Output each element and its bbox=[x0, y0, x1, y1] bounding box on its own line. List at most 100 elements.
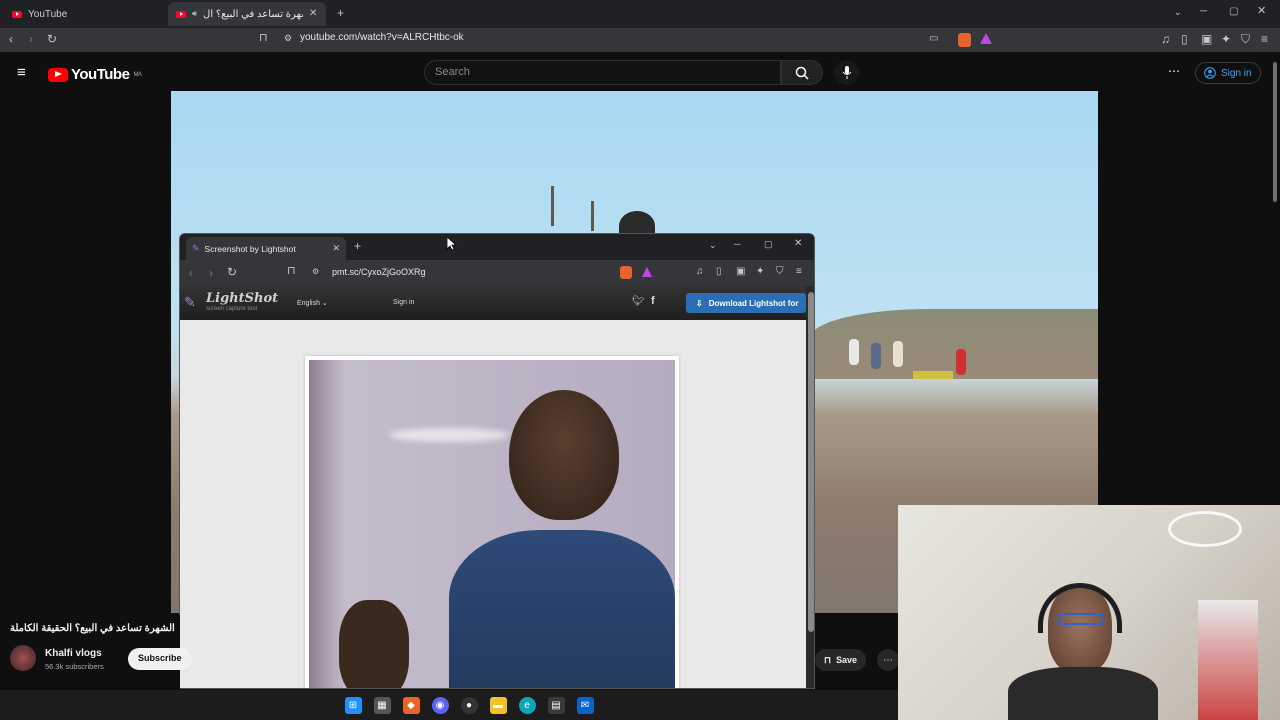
forward-icon[interactable]: › bbox=[209, 267, 213, 279]
brave-browser-icon[interactable]: ◆ bbox=[402, 696, 420, 714]
download-lightshot-button[interactable]: ⇩ Download Lightshot for bbox=[686, 293, 806, 313]
twitter-icon[interactable]: 🐦︎ bbox=[632, 296, 645, 307]
wallet-icon[interactable]: ▣ bbox=[736, 267, 745, 277]
brave-rewards-icon[interactable] bbox=[642, 267, 652, 277]
tab-search-icon[interactable]: ⌄ bbox=[709, 241, 717, 250]
tab-label: حل الشهرة تساعد في البيع؟ ال bbox=[203, 8, 303, 20]
menu-icon[interactable]: ≡ bbox=[796, 267, 802, 277]
beach-person bbox=[849, 339, 859, 365]
brave-shield-icon[interactable] bbox=[620, 266, 632, 279]
sidebar-icon[interactable]: ▯ bbox=[1181, 33, 1188, 45]
close-tab-icon[interactable]: ✕ bbox=[332, 244, 340, 253]
vpn-icon[interactable]: ⛉ bbox=[1241, 33, 1250, 45]
maximize-icon[interactable]: ▢ bbox=[764, 240, 773, 249]
save-button[interactable]: ⊓ Save bbox=[815, 649, 867, 671]
bookmark-icon[interactable]: ⊓ bbox=[287, 266, 296, 277]
speaker-icon: 🔊︎ bbox=[192, 9, 198, 18]
pictured-person-shirt bbox=[449, 530, 675, 688]
user-icon bbox=[1204, 67, 1216, 79]
brave-rewards-icon[interactable] bbox=[980, 33, 992, 44]
youtube-header: ≡ YouTube MA Search ⋯ Sign in bbox=[0, 54, 1280, 92]
more-options-icon[interactable]: ⋯ bbox=[1168, 65, 1180, 77]
edge-icon[interactable]: e bbox=[518, 696, 536, 714]
scrollbar-thumb[interactable] bbox=[808, 292, 814, 632]
beach-blanket bbox=[913, 371, 953, 379]
hamburger-menu-icon[interactable]: ≡ bbox=[17, 65, 26, 80]
windows-start-icon[interactable]: ⊞ bbox=[344, 696, 362, 714]
lightshot-sign-in[interactable]: Sign in bbox=[393, 299, 414, 306]
video-info-bar: الشهرة تساعد في البيع؟ الحقيقة الكاملة K… bbox=[0, 615, 192, 690]
reload-icon[interactable]: ↻ bbox=[47, 33, 57, 45]
more-actions-button[interactable]: ⋯ bbox=[877, 649, 899, 671]
facebook-icon[interactable]: f bbox=[651, 295, 655, 307]
brave-shield-icon[interactable] bbox=[958, 33, 971, 47]
music-icon[interactable]: ♫ bbox=[696, 267, 704, 277]
store-icon[interactable]: ▤ bbox=[547, 696, 565, 714]
light-reflection bbox=[389, 428, 509, 442]
subscribe-button[interactable]: Subscribe bbox=[128, 648, 192, 670]
url-field[interactable]: youtube.com/watch?v=ALRCHtbc-ok bbox=[300, 32, 464, 43]
tab-search-icon[interactable]: ⌄ bbox=[1174, 8, 1182, 17]
youtube-play-icon bbox=[48, 67, 68, 82]
back-icon[interactable]: ‹ bbox=[9, 33, 13, 45]
channel-name[interactable]: Khalfi vlogs bbox=[45, 648, 102, 659]
scrollbar-thumb[interactable] bbox=[1273, 62, 1277, 202]
music-icon[interactable]: ♫ bbox=[1161, 33, 1170, 45]
sign-in-button[interactable]: Sign in bbox=[1195, 62, 1261, 84]
lightshot-logo[interactable]: LightShot bbox=[206, 291, 278, 306]
youtube-favicon-icon bbox=[12, 10, 22, 18]
tab-lightshot[interactable]: ✎ Screenshot by Lightshot ✕ bbox=[186, 237, 346, 260]
close-window-icon[interactable]: ✕ bbox=[794, 239, 802, 249]
subscriber-count: 56.3k subscribers bbox=[45, 662, 104, 671]
feather-logo-icon: ✎ bbox=[184, 294, 196, 310]
site-info-icon[interactable]: ⚙ bbox=[284, 34, 292, 43]
discord-icon[interactable]: ◉ bbox=[431, 696, 449, 714]
menu-icon[interactable]: ≡ bbox=[1261, 33, 1268, 45]
cast-icon[interactable]: ▭ bbox=[929, 34, 938, 44]
obs-icon[interactable]: ● bbox=[460, 696, 478, 714]
more-icon: ⋯ bbox=[883, 654, 893, 666]
lightshot-page: ✎ LightShot screen capture tool English … bbox=[180, 286, 806, 688]
browser-tab-bar: YouTube 🔊︎ حل الشهرة تساعد في البيع؟ ال … bbox=[0, 0, 1280, 28]
minimize-icon[interactable]: ─ bbox=[734, 240, 740, 249]
search-icon bbox=[795, 66, 809, 80]
tab-video[interactable]: 🔊︎ حل الشهرة تساعد في البيع؟ ال ✕ bbox=[168, 2, 326, 26]
youtube-logo[interactable]: YouTube MA bbox=[48, 66, 142, 83]
site-info-icon[interactable]: ⚙ bbox=[312, 268, 319, 276]
outlook-icon[interactable]: ✉ bbox=[576, 696, 594, 714]
close-tab-icon[interactable]: ✕ bbox=[309, 9, 317, 19]
search-input[interactable]: Search bbox=[424, 60, 781, 85]
bookmark-icon[interactable]: ⊓ bbox=[259, 33, 268, 44]
lightshot-browser-window[interactable]: ✎ Screenshot by Lightshot ✕ + ⌄ ─ ▢ ✕ ‹ … bbox=[179, 233, 815, 689]
task-view-icon[interactable]: ▦ bbox=[373, 696, 391, 714]
palm-tree bbox=[551, 186, 554, 226]
search-button[interactable] bbox=[781, 60, 823, 85]
new-tab-button[interactable]: + bbox=[337, 7, 344, 19]
vpn-icon[interactable]: ⛉ bbox=[776, 267, 784, 277]
voice-search-button[interactable] bbox=[834, 60, 859, 85]
leo-icon[interactable]: ✦ bbox=[756, 267, 764, 277]
language-label: English bbox=[297, 300, 320, 307]
new-tab-icon[interactable]: + bbox=[354, 240, 361, 252]
popup-scrollbar[interactable] bbox=[806, 286, 814, 688]
tab-youtube[interactable]: YouTube bbox=[4, 2, 166, 26]
minimize-icon[interactable]: ─ bbox=[1200, 7, 1207, 17]
download-icon: ⇩ bbox=[696, 298, 703, 308]
language-select[interactable]: English ⌄ bbox=[297, 299, 328, 307]
lightshot-tagline: screen capture tool bbox=[206, 306, 258, 312]
back-icon[interactable]: ‹ bbox=[189, 267, 193, 279]
channel-avatar[interactable] bbox=[10, 645, 36, 671]
forward-icon[interactable]: › bbox=[29, 33, 33, 45]
reload-icon[interactable]: ↻ bbox=[227, 266, 237, 278]
url-field[interactable]: pmt.sc/CyxoZjGoOXRg bbox=[332, 267, 426, 277]
popup-address-bar: ‹ › ↻ ⊓ ⚙ pmt.sc/CyxoZjGoOXRg ♫ ▯ ▣ ✦ ⛉ … bbox=[180, 260, 814, 286]
wallet-icon[interactable]: ▣ bbox=[1201, 33, 1212, 45]
webcam-overlay bbox=[898, 505, 1280, 720]
headphones bbox=[1038, 583, 1122, 633]
file-explorer-icon[interactable]: ▬ bbox=[489, 696, 507, 714]
sidebar-icon[interactable]: ▯ bbox=[716, 267, 722, 277]
maximize-icon[interactable]: ▢ bbox=[1229, 7, 1238, 17]
close-window-icon[interactable]: ✕ bbox=[1257, 6, 1266, 17]
region-code: MA bbox=[133, 71, 142, 78]
leo-icon[interactable]: ✦ bbox=[1221, 33, 1231, 45]
